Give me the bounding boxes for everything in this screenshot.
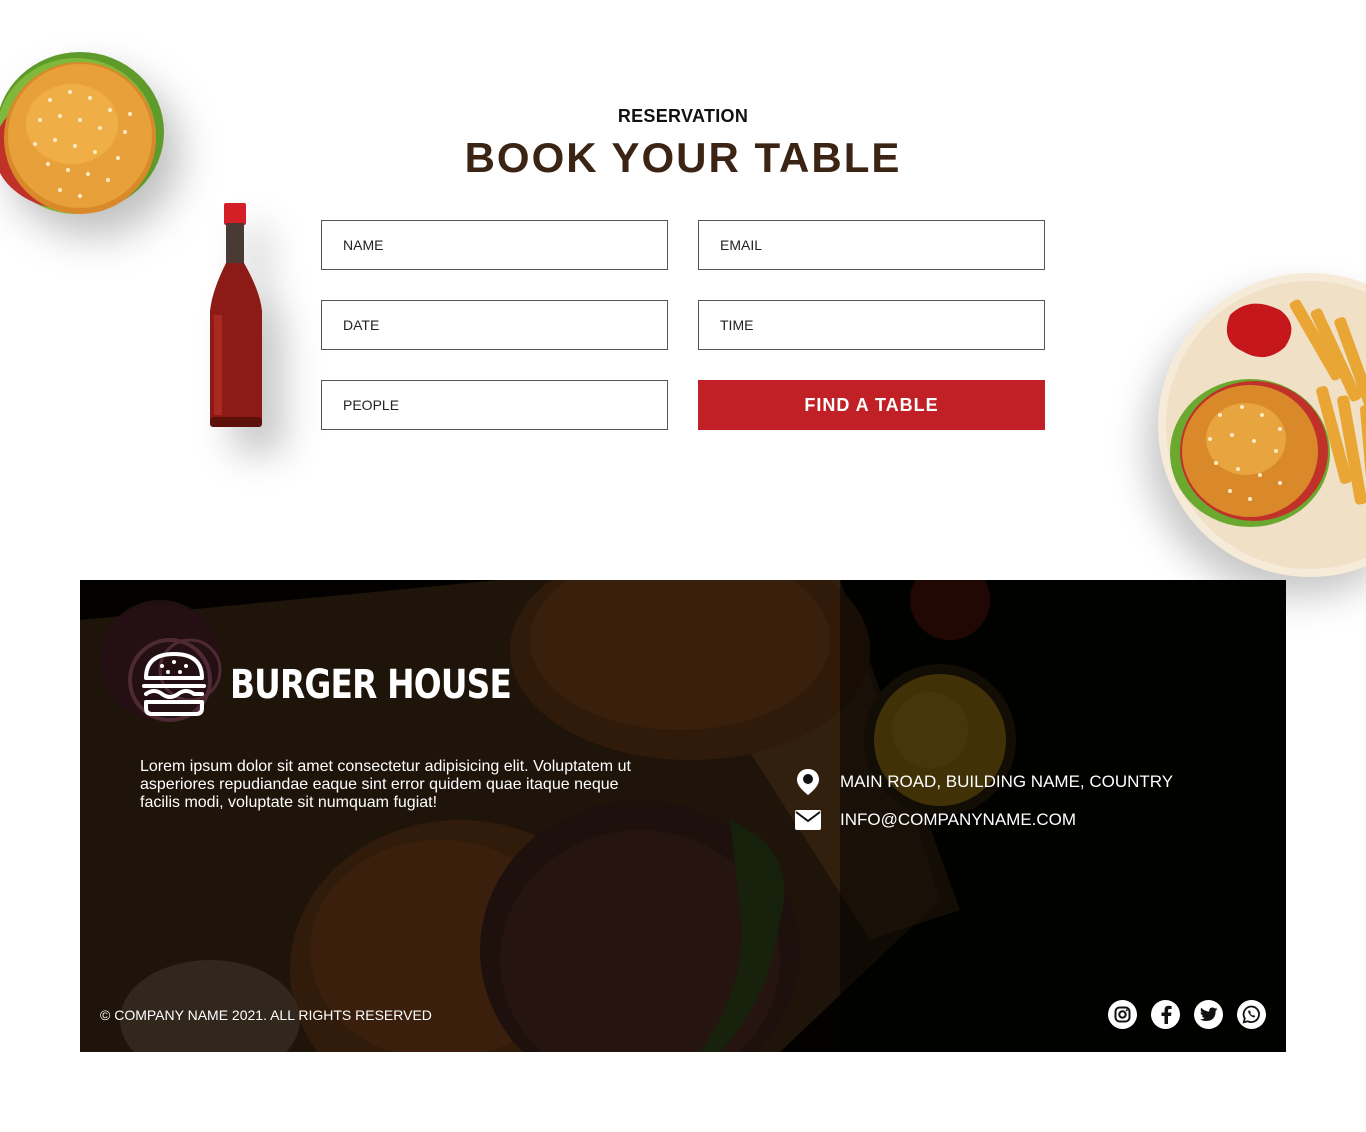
- section-eyebrow: RESERVATION: [617, 106, 749, 126]
- brand-name: BURGER HOUSE: [230, 662, 512, 708]
- location-pin-icon: [794, 768, 822, 796]
- burger-fries-plate-image: [1158, 273, 1366, 577]
- footer: BURGER HOUSE Lorem ipsum dolor sit amet …: [80, 580, 1286, 1052]
- email-input[interactable]: [698, 220, 1045, 270]
- people-input[interactable]: [321, 380, 668, 430]
- find-table-button[interactable]: FIND A TABLE: [698, 380, 1045, 430]
- page-title: BOOK YOUR TABLE: [464, 134, 902, 181]
- time-input[interactable]: [698, 300, 1045, 350]
- address-row: MAIN ROAD, BUILDING NAME, COUNTRY: [794, 768, 1173, 796]
- email-text[interactable]: INFO@COMPANYNAME.COM: [840, 810, 1076, 830]
- facebook-icon[interactable]: [1151, 1000, 1180, 1029]
- address-text: MAIN ROAD, BUILDING NAME, COUNTRY: [840, 772, 1174, 791]
- email-row: INFO@COMPANYNAME.COM: [794, 806, 1076, 834]
- about-text: Lorem ipsum dolor sit amet consectetur a…: [140, 758, 631, 811]
- twitter-icon[interactable]: [1194, 1000, 1223, 1029]
- whatsapp-icon[interactable]: [1237, 1000, 1266, 1029]
- hot-sauce-bottle-image: [210, 203, 262, 427]
- copyright-text: © COMPANY NAME 2021. ALL RIGHTS RESERVED: [100, 1007, 432, 1023]
- envelope-icon: [794, 806, 822, 834]
- social-links: [1108, 1000, 1266, 1029]
- footer-background-image: [80, 580, 1286, 1052]
- reservation-section: RESERVATION BOOK YOUR TABLE FIND A TABLE: [0, 0, 1366, 580]
- burger-logo-icon: [142, 652, 206, 716]
- date-input[interactable]: [321, 300, 668, 350]
- instagram-icon[interactable]: [1108, 1000, 1137, 1029]
- name-input[interactable]: [321, 220, 668, 270]
